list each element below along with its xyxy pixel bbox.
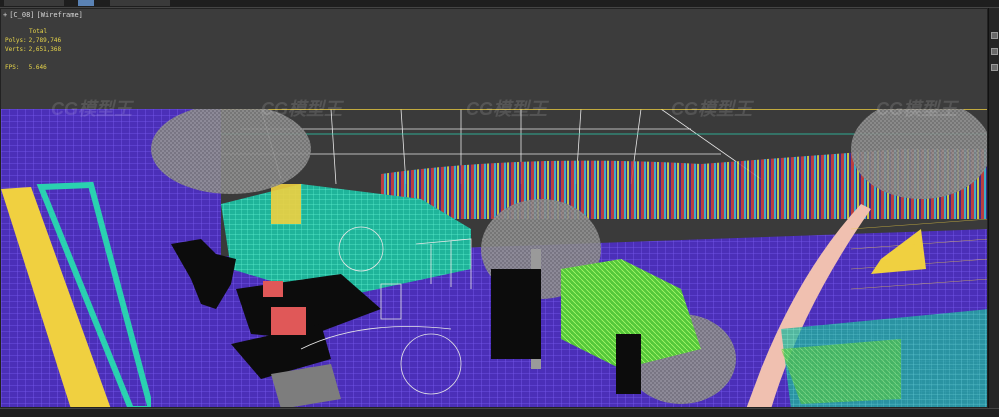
stats-verts-value: 2,651,368 — [28, 46, 62, 53]
dark-planter — [491, 269, 541, 359]
stats-fps-value: 5.646 — [28, 64, 47, 71]
right-green-mesh — [781, 339, 901, 404]
panel-button[interactable] — [991, 48, 998, 55]
stats-polys-label: Polys: — [5, 37, 27, 44]
viewport-shading-label[interactable]: [Wireframe] — [37, 11, 83, 19]
wireframe-viewport[interactable]: + [C_08] [Wireframe] Total Polys: 2,789,74… — [0, 8, 988, 408]
stats-total-label: Total — [29, 28, 48, 35]
viewport-menu-plus[interactable]: + — [3, 11, 7, 19]
red-cushion-1 — [263, 281, 283, 297]
watermark: CG模型王 — [671, 99, 752, 119]
panel-button[interactable] — [991, 32, 998, 39]
watermark: CG模型王 — [466, 99, 547, 119]
toolbar-tab-active[interactable] — [78, 0, 94, 6]
top-toolbar — [0, 0, 999, 8]
stats-verts-label: Verts: — [5, 46, 27, 53]
statistics-overlay: Total Polys: 2,789,746 Verts: 2,651,368 … — [5, 27, 61, 72]
viewport-label[interactable]: + [C_08] [Wireframe] — [3, 11, 85, 19]
wireframe-scene — [1, 109, 987, 407]
panel-button[interactable] — [991, 64, 998, 71]
watermark: CG模型王 — [51, 99, 132, 119]
red-cushion-2 — [271, 307, 306, 335]
watermark: CG模型王 — [261, 99, 342, 119]
viewport-camera-label[interactable]: [C_08] — [9, 11, 34, 19]
command-panel-edge — [988, 8, 999, 408]
dark-pot — [616, 334, 641, 394]
watermark: CG模型王 — [876, 99, 957, 119]
toolbar-tab[interactable] — [110, 0, 170, 6]
stats-polys-value: 2,789,746 — [28, 37, 62, 44]
toolbar-tab[interactable] — [4, 0, 64, 6]
yellow-panel — [271, 184, 301, 224]
stats-fps-label: FPS: — [5, 64, 20, 71]
